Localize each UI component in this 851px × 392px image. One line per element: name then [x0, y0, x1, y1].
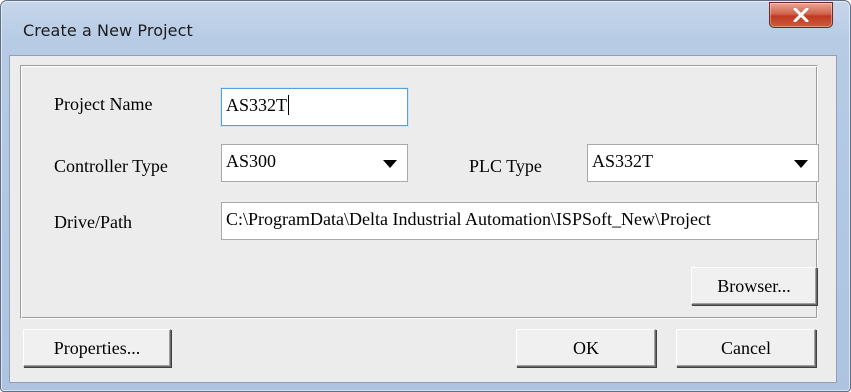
chevron-down-icon[interactable] [383, 160, 397, 168]
drive-path-label: Drive/Path [54, 212, 132, 232]
controller-type-label: Controller Type [54, 156, 168, 176]
dialog-title: Create a New Project [23, 21, 193, 40]
plc-type-label: PLC Type [469, 156, 542, 176]
chevron-down-icon[interactable] [794, 160, 808, 168]
drive-path-input[interactable]: C:\ProgramData\Delta Industrial Automati… [221, 202, 819, 240]
project-settings-group: Project Name AS332T Controller Type AS30… [20, 65, 819, 319]
controller-type-select[interactable]: AS300 [221, 144, 408, 182]
cancel-button[interactable]: Cancel [676, 329, 816, 367]
dialog-body: Project Name AS332T Controller Type AS30… [9, 55, 837, 383]
project-name-input[interactable]: AS332T [221, 88, 408, 126]
text-caret [288, 95, 290, 115]
project-name-value: AS332T [226, 95, 288, 115]
close-x-icon [793, 8, 809, 22]
browser-button[interactable]: Browser... [691, 267, 817, 305]
ok-button[interactable]: OK [516, 329, 656, 367]
properties-button[interactable]: Properties... [23, 329, 171, 367]
plc-type-select[interactable]: AS332T [587, 144, 819, 182]
create-project-dialog: Create a New Project Project Name AS332T… [0, 0, 851, 392]
project-name-label: Project Name [54, 94, 153, 114]
drive-path-value: C:\ProgramData\Delta Industrial Automati… [226, 209, 711, 229]
close-button[interactable] [769, 2, 833, 28]
controller-type-value: AS300 [226, 151, 277, 171]
plc-type-value: AS332T [592, 151, 654, 171]
